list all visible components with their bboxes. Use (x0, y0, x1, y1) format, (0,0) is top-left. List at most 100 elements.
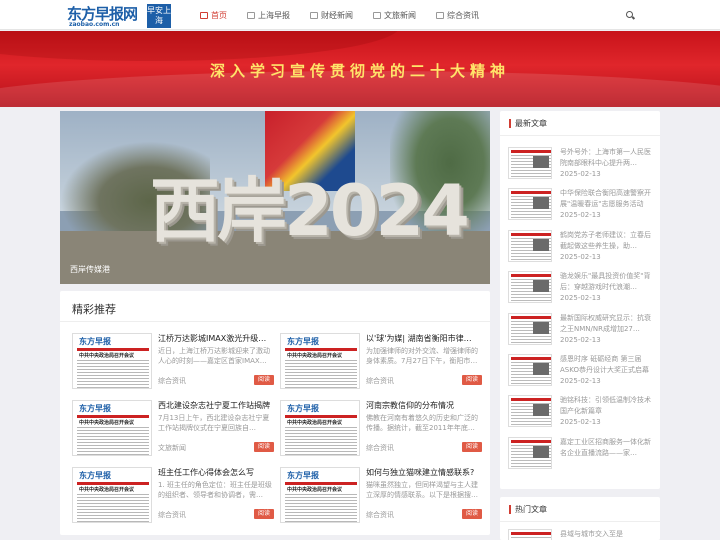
article-title[interactable]: 西北建设杂志社宁夏工作站揭牌 (158, 400, 276, 411)
read-button[interactable]: 阅读 (462, 375, 482, 385)
sidebar-article-date: 2025-02-13 (560, 211, 601, 219)
thumb-headline: 中共中央政治局召开会议 (79, 487, 135, 493)
divider (500, 521, 660, 522)
article-thumbnail[interactable]: 东方早报 中共中央政治局召开会议 (72, 467, 152, 523)
read-button[interactable]: 阅读 (254, 375, 274, 385)
sidebar-article-title[interactable]: 号外号外：上海市第一人民医院南部眼科中心提升两… (560, 147, 652, 169)
sidebar-latest: 最新文章 号外号外：上海市第一人民医院南部眼科中心提升两… 2025-02-13 … (500, 111, 660, 489)
read-button[interactable]: 阅读 (462, 509, 482, 519)
sidebar-thumbnail[interactable] (508, 529, 552, 540)
sidebar-thumbnail[interactable] (508, 147, 552, 179)
sidebar-article-title[interactable]: 嘉定工业区招商服务一体化新名企业直播流路——家… (560, 437, 652, 459)
nav-item-home[interactable]: 首页 (190, 0, 237, 30)
section-title: 精彩推荐 (72, 303, 116, 316)
article-card[interactable]: 东方早报 中共中央政治局召开会议 如何与独立猫咪建立情感联系? 猫咪虽然独立，但同… (280, 467, 484, 523)
sidebar-article[interactable]: 号外号外：上海市第一人民医院南部眼科中心提升两… 2025-02-13 (508, 147, 652, 181)
thumb-text-lines (77, 360, 149, 388)
sidebar-article-title[interactable]: 中华保险联合衡阳高速警察开展"温暖春运"志愿服务活动 (560, 188, 652, 210)
sidebar-article[interactable]: 最新国际权威研究显示：抗衰之王NMN/NR成增加27… 2025-02-13 (508, 313, 652, 347)
nav-item-general[interactable]: 综合资讯 (426, 0, 489, 30)
nav-item-shanghai-morning[interactable]: 上海早报 (237, 0, 300, 30)
thumb-photo (533, 446, 549, 458)
sidebar-article[interactable]: 嘉定工业区招商服务一体化新名企业直播流路——家… (508, 437, 652, 471)
site-header: 东方早报网 zaobao.com.cn 早安上海 首页 上海早报 财经新闻 文旅… (0, 0, 720, 30)
article-card[interactable]: 东方早报 中共中央政治局召开会议 班主任工作心得体会怎么写 1. 班主任的角色定位… (72, 467, 276, 523)
read-button[interactable]: 阅读 (254, 442, 274, 452)
thumb-photo (533, 280, 549, 292)
sidebar-article-title[interactable]: 最新国际权威研究显示：抗衰之王NMN/NR成增加27… (560, 313, 652, 335)
thumb-redbar (511, 532, 551, 535)
article-summary: 7月13日上午，西北建设杂志社宁夏工作站揭牌仪式在宁夏回族自… (158, 414, 270, 432)
sidebar-thumbnail[interactable] (508, 354, 552, 386)
sidebar-article-title[interactable]: 驰铭科技：引领低温制冷技术国产化新篇章 (560, 395, 652, 417)
article-category[interactable]: 综合资讯 (366, 443, 394, 453)
search-icon[interactable] (626, 11, 633, 18)
sidebar-article-title[interactable]: 鹤岗党苏子老师建议：立春后截起做这些养生操，助… (560, 230, 652, 252)
nav-label: 文旅新闻 (384, 10, 416, 20)
article-thumbnail[interactable]: 东方早报 中共中央政治局召开会议 (280, 467, 360, 523)
article-category[interactable]: 综合资讯 (158, 376, 186, 386)
sidebar-article[interactable]: 感恩时序 砥砺经商 第三届ASKO恭丹设计大奖正式启幕 2025-02-13 (508, 354, 652, 388)
article-card[interactable]: 东方早报 中共中央政治局召开会议 以'球'为媒| 湖南省衡阳市律… 为加强律师的对… (280, 333, 484, 389)
article-category[interactable]: 综合资讯 (366, 376, 394, 386)
article-title[interactable]: 河南宗教信仰的分布情况 (366, 400, 484, 411)
article-card[interactable]: 东方早报 中共中央政治局召开会议 西北建设杂志社宁夏工作站揭牌 7月13日上午，西… (72, 400, 276, 456)
nav-item-finance[interactable]: 财经新闻 (300, 0, 363, 30)
article-title[interactable]: 以'球'为媒| 湖南省衡阳市律… (366, 333, 484, 344)
thumb-redbar (285, 415, 357, 418)
thumb-redbar (77, 348, 149, 351)
thumb-text-lines (77, 494, 149, 522)
thumb-redbar (511, 357, 551, 360)
site-logo[interactable]: 东方早报网 zaobao.com.cn 早安上海 (67, 3, 173, 29)
sidebar-article-title[interactable]: 感恩时序 砥砺经商 第三届ASKO恭丹设计大奖正式启幕 (560, 354, 652, 376)
image-carousel[interactable]: 西岸2024 西岸传媒港 (60, 111, 490, 284)
nav-item-culture-travel[interactable]: 文旅新闻 (363, 0, 426, 30)
thumb-redbar (511, 274, 551, 277)
thumb-redbar (77, 482, 149, 485)
sidebar-thumbnail[interactable] (508, 230, 552, 262)
thumb-masthead: 东方早报 (79, 336, 111, 346)
article-category[interactable]: 综合资讯 (158, 510, 186, 520)
article-title[interactable]: 江桥万达影城IMAX激光升级… (158, 333, 276, 344)
thumb-photo (533, 404, 549, 416)
sidebar-article-title[interactable]: 骆龙娱乐"最具投资价值奖"背后：穿越游戏时代浪潮… (560, 271, 652, 293)
sidebar-article[interactable]: 鹤岗党苏子老师建议：立春后截起做这些养生操，助… 2025-02-13 (508, 230, 652, 264)
thumb-photo (533, 156, 549, 168)
article-thumbnail[interactable]: 东方早报 中共中央政治局召开会议 (72, 400, 152, 456)
logo-badge: 早安上海 (147, 4, 171, 28)
nav-label: 财经新闻 (321, 10, 353, 20)
article-category[interactable]: 综合资讯 (366, 510, 394, 520)
sidebar-thumbnail[interactable] (508, 395, 552, 427)
thumb-masthead: 东方早报 (287, 470, 319, 480)
article-title[interactable]: 如何与独立猫咪建立情感联系? (366, 467, 484, 478)
article-card[interactable]: 东方早报 中共中央政治局召开会议 河南宗教信仰的分布情况 佛教在河南有着悠久的历史… (280, 400, 484, 456)
thumb-photo (533, 197, 549, 209)
thumb-headline: 中共中央政治局召开会议 (79, 420, 135, 426)
thumb-headline: 中共中央政治局召开会议 (287, 353, 343, 359)
article-title[interactable]: 班主任工作心得体会怎么写 (158, 467, 276, 478)
thumb-redbar (511, 191, 551, 194)
read-button[interactable]: 阅读 (254, 509, 274, 519)
carousel-caption[interactable]: 西岸传媒港 (70, 264, 110, 275)
article-thumbnail[interactable]: 东方早报 中共中央政治局召开会议 (72, 333, 152, 389)
sidebar-hot: 热门文章 县域与城市交入至是 (500, 497, 660, 540)
sidebar-thumbnail[interactable] (508, 188, 552, 220)
article-thumbnail[interactable]: 东方早报 中共中央政治局召开会议 (280, 333, 360, 389)
thumb-text-lines (285, 494, 357, 522)
sidebar-article[interactable]: 骆龙娱乐"最具投资价值奖"背后：穿越游戏时代浪潮… 2025-02-13 (508, 271, 652, 305)
article-card[interactable]: 东方早报 中共中央政治局召开会议 江桥万达影城IMAX激光升级… 近日，上海江桥万… (72, 333, 276, 389)
sidebar-article[interactable]: 驰铭科技：引领低温制冷技术国产化新篇章 2025-02-13 (508, 395, 652, 429)
sidebar-article[interactable]: 县域与城市交入至是 (508, 529, 652, 540)
article-category[interactable]: 文旅新闻 (158, 443, 186, 453)
sidebar-article[interactable]: 中华保险联合衡阳高速警察开展"温暖春运"志愿服务活动 2025-02-13 (508, 188, 652, 222)
sidebar-article-title[interactable]: 县域与城市交入至是 (560, 529, 652, 540)
article-thumbnail[interactable]: 东方早报 中共中央政治局召开会议 (280, 400, 360, 456)
thumb-headline: 中共中央政治局召开会议 (287, 420, 343, 426)
sidebar-thumbnail[interactable] (508, 271, 552, 303)
sidebar-thumbnail[interactable] (508, 313, 552, 345)
sidebar-article-date: 2025-02-13 (560, 336, 601, 344)
sidebar-thumbnail[interactable] (508, 437, 552, 469)
read-button[interactable]: 阅读 (462, 442, 482, 452)
sidebar-article-date: 2025-02-13 (560, 377, 601, 385)
thumb-redbar (285, 482, 357, 485)
